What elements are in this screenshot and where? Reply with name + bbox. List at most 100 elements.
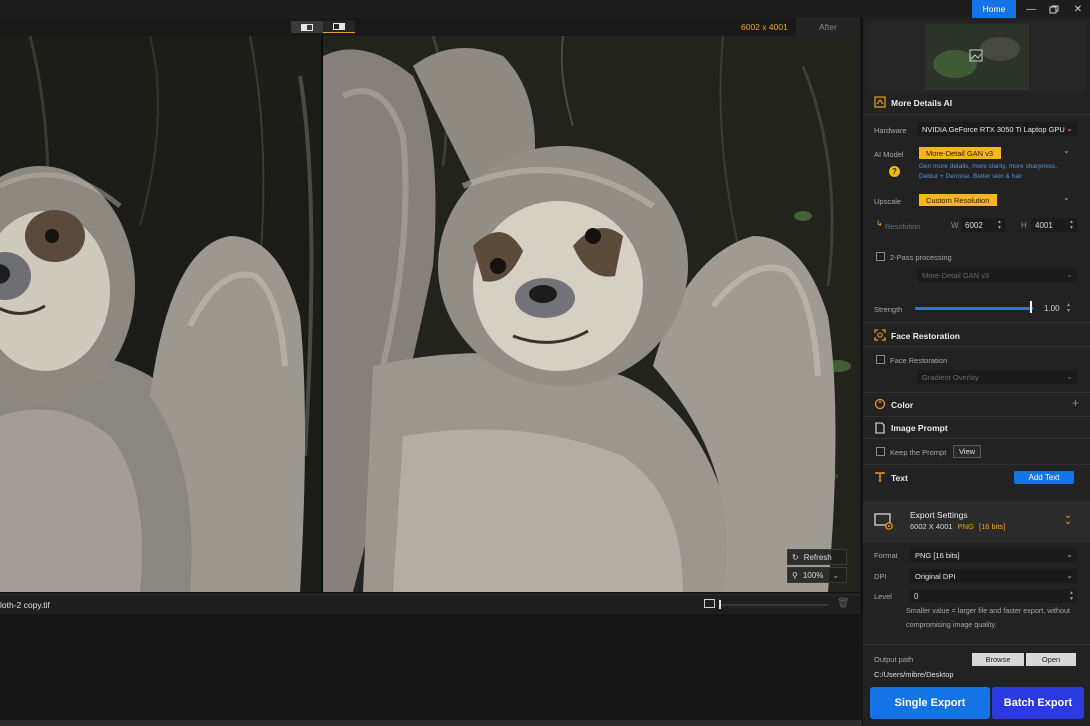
face-restoration-label: Face Restoration	[890, 356, 948, 365]
refresh-icon: ↻	[792, 552, 799, 562]
section-title-text: Text	[891, 473, 908, 483]
zoom-slider[interactable]	[720, 604, 828, 606]
enhance-icon	[874, 96, 886, 108]
format-value: PNG [16 bits]	[915, 550, 960, 560]
minimize-icon[interactable]: —	[1019, 0, 1043, 18]
strength-slider-handle[interactable]	[1030, 301, 1032, 313]
face-icon	[874, 329, 886, 341]
text-icon	[875, 472, 885, 482]
divider	[863, 322, 1090, 323]
height-label: H	[1021, 221, 1027, 230]
ai-model-value: More-Detail GAN v3	[926, 148, 994, 158]
refresh-label: Refresh	[803, 552, 832, 562]
open-folder-button[interactable]: Open	[1026, 653, 1076, 666]
add-color-icon[interactable]: +	[1072, 396, 1079, 410]
image-icon	[704, 599, 715, 608]
dpi-label: DPI	[874, 572, 887, 581]
export-settings-icon	[874, 513, 893, 530]
two-pass-model-value: More-Detail GAN v3	[922, 270, 990, 280]
ai-model-hint-2: Deblur + Denoise. Better skin & hair	[919, 173, 1023, 180]
ai-model-chevron-icon[interactable]: ⌄	[1063, 146, 1070, 155]
divider	[863, 464, 1090, 465]
strength-value: 1.00	[1044, 304, 1060, 313]
divider	[863, 114, 1090, 115]
hardware-dropdown[interactable]: NVIDIA GeForce RTX 3050 Ti Laptop GPU ⌄	[917, 122, 1077, 136]
close-icon[interactable]: ✕	[1066, 0, 1090, 18]
keep-prompt-label: Keep the Prompt	[890, 448, 947, 457]
format-label: Format	[874, 551, 898, 560]
side-by-side-view-button[interactable]	[291, 21, 323, 33]
divider	[863, 438, 1090, 439]
chevron-down-icon: ⌄	[1066, 124, 1073, 133]
zoom-value: 100%	[802, 570, 824, 580]
strength-stepper-icon[interactable]: ▲ ▼	[1066, 302, 1087, 314]
split-view-button[interactable]	[323, 21, 355, 33]
zoom-dropdown[interactable]: ⚲ 100% ⌄	[787, 567, 847, 583]
upscale-chevron-icon[interactable]: ⌄	[1063, 193, 1070, 202]
section-title-face-restoration: Face Restoration	[891, 331, 960, 341]
upscale-value: Custom Resolution	[926, 195, 990, 205]
divider	[863, 346, 1090, 347]
trash-icon[interactable]: 🗑	[837, 598, 850, 609]
section-title-color: Color	[891, 400, 914, 410]
batch-export-button[interactable]: Batch Export	[992, 687, 1084, 719]
level-value: 0	[914, 591, 919, 601]
image-preview[interactable]: ↻ Refresh ⚲ 100% ⌄	[0, 36, 860, 592]
level-stepper-icon[interactable]: ▲ ▼	[1069, 590, 1074, 602]
level-input[interactable]: 0 ▲ ▼	[910, 589, 1077, 603]
thumbnail-image	[925, 24, 1029, 90]
color-palette-icon	[874, 398, 886, 410]
viewer-toolbar: 6002 x 4001 After	[0, 18, 860, 36]
section-title-more-details: More Details AI	[891, 98, 953, 108]
chevron-down-icon: ⌄	[1066, 372, 1073, 381]
browse-button[interactable]: Browse	[972, 653, 1024, 666]
keep-prompt-checkbox[interactable]	[876, 447, 885, 456]
format-dropdown[interactable]: PNG [16 bits] ⌄	[910, 548, 1077, 562]
ai-model-label: AI Model	[874, 150, 904, 159]
height-input[interactable]: 4001 ▲ ▼	[1031, 218, 1077, 232]
document-icon	[875, 422, 885, 434]
level-label: Level	[874, 592, 892, 601]
level-note-2: compromising image quality.	[906, 620, 997, 629]
ai-model-dropdown[interactable]: More-Detail GAN v3	[919, 147, 1001, 159]
export-summary-bits: [16 bits]	[979, 522, 1006, 531]
upscale-dropdown[interactable]: Custom Resolution	[919, 194, 997, 206]
before-image	[0, 36, 321, 592]
export-settings-card[interactable]: Export Settings 6002 X 4001 PNG [16 bits…	[863, 501, 1090, 543]
single-export-button[interactable]: Single Export	[870, 687, 990, 719]
resolution-label: Resolution	[885, 222, 921, 231]
two-pass-checkbox[interactable]	[876, 252, 885, 261]
add-text-button[interactable]: Add Text	[1014, 471, 1074, 484]
export-summary-size: 6002 X 4001	[910, 522, 953, 531]
zoom-slider-handle[interactable]	[719, 600, 721, 609]
output-resolution-label: 6002 x 4001	[741, 22, 788, 32]
level-note-1: Smaller value = larger file and faster e…	[906, 606, 1070, 615]
navigator-thumbnail[interactable]	[869, 22, 1085, 92]
upscale-label: Upscale	[874, 197, 902, 206]
dpi-dropdown[interactable]: Original DPI ⌄	[910, 569, 1077, 583]
divider	[863, 392, 1090, 393]
height-stepper-icon[interactable]: ▲ ▼	[1069, 219, 1074, 231]
help-icon[interactable]: ?	[889, 166, 900, 177]
collapse-chevron-icon[interactable]: ⌄ ⌄	[1064, 511, 1072, 527]
strength-slider[interactable]	[915, 307, 1033, 310]
face-restoration-checkbox[interactable]	[876, 355, 885, 364]
chevron-down-icon: ⌄	[1066, 550, 1073, 559]
chevron-down-icon: ⌄	[832, 570, 840, 580]
face-overlay-value: Gradient Overlay	[922, 372, 979, 382]
zoom-icon: ⚲	[792, 570, 798, 580]
home-button[interactable]: Home	[972, 0, 1016, 18]
title-bar: Home — ✕	[0, 0, 1090, 18]
width-stepper-icon[interactable]: ▲ ▼	[997, 219, 1002, 231]
two-pass-model-dropdown[interactable]: More-Detail GAN v3 ⌄	[917, 268, 1077, 282]
face-overlay-dropdown[interactable]: Gradient Overlay ⌄	[917, 370, 1077, 384]
view-mode-toggle[interactable]	[291, 21, 355, 33]
view-prompt-button[interactable]: View	[953, 445, 981, 458]
link-arrow-icon: ↳	[876, 219, 883, 228]
dpi-value: Original DPI	[915, 571, 956, 581]
width-input[interactable]: 6002 ▲ ▼	[961, 218, 1005, 232]
refresh-button[interactable]: ↻ Refresh	[787, 549, 847, 565]
strength-label: Strength	[874, 305, 903, 314]
restore-icon[interactable]	[1042, 0, 1066, 18]
width-label: W	[951, 221, 959, 230]
